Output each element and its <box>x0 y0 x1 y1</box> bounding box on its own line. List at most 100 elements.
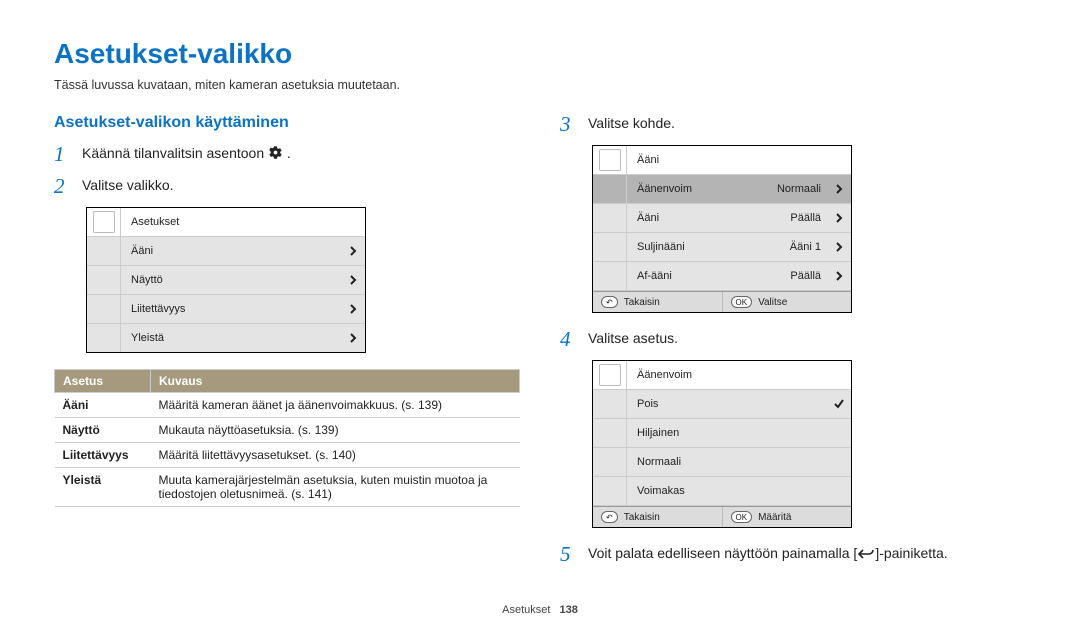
section-title: Asetukset-valikon käyttäminen <box>54 114 520 132</box>
step-num-1: 1 <box>54 144 72 165</box>
step-5-before: Voit palata edelliseen näyttöön painamal… <box>588 545 857 561</box>
footer-back[interactable]: ↶ Takaisin <box>593 507 722 527</box>
menu-item-label: Yleistä <box>121 326 341 350</box>
row-value: Normaali <box>777 183 827 195</box>
desc-val: Mukauta näyttöasetuksia. (s. 139) <box>151 417 520 442</box>
step-1-before: Käännä tilanvalitsin asentoon <box>82 145 268 161</box>
desc-val: Muuta kamerajärjestelmän asetuksia, kute… <box>151 467 520 506</box>
volume-item-pois[interactable]: Pois <box>593 390 851 419</box>
chevron-right-icon <box>827 271 851 281</box>
table-row: YleistäMuuta kamerajärjestelmän asetuksi… <box>55 467 520 506</box>
row-label: Voimakas <box>627 479 827 503</box>
panel-menu-header-icon <box>87 208 121 236</box>
step-3-text: Valitse kohde. <box>588 114 675 134</box>
step-3: 3 Valitse kohde. <box>560 114 1026 135</box>
desc-head-desc: Kuvaus <box>151 369 520 392</box>
row-label: Äänenvoim <box>627 177 777 201</box>
step-2: 2 Valitse valikko. <box>54 176 520 197</box>
volume-item-hiljainen[interactable]: Hiljainen <box>593 419 851 448</box>
left-column: Asetukset-valikon käyttäminen 1 Käännä t… <box>54 114 520 576</box>
desc-head-setting: Asetus <box>55 369 151 392</box>
desc-key: Näyttö <box>55 417 151 442</box>
right-column: 3 Valitse kohde. Ääni Äänenvoim Normaali… <box>560 114 1026 576</box>
desc-key: Yleistä <box>55 467 151 506</box>
menu-item-liitettavyys[interactable]: Liitettävyys <box>87 295 365 324</box>
chevron-right-icon <box>341 304 365 314</box>
panel-header-icon <box>593 361 627 389</box>
chevron-right-icon <box>341 275 365 285</box>
table-row: ÄäniMääritä kameran äänet ja äänenvoimak… <box>55 392 520 417</box>
row-label: Hiljainen <box>627 421 827 445</box>
panel-sound-header-label: Ääni <box>627 148 851 172</box>
settings-desc-table: Asetus Kuvaus ÄäniMääritä kameran äänet … <box>54 369 520 507</box>
gear-icon <box>268 145 283 166</box>
check-icon <box>827 398 851 410</box>
desc-val: Määritä liitettävyysasetukset. (s. 140) <box>151 442 520 467</box>
panel-sound: Ääni Äänenvoim Normaali Ääni Päällä Sulj… <box>592 145 852 313</box>
sound-row-sound[interactable]: Ääni Päällä <box>593 204 851 233</box>
step-num-2: 2 <box>54 176 72 197</box>
step-5: 5 Voit palata edelliseen näyttöön painam… <box>560 544 1026 566</box>
table-row: LiitettävyysMääritä liitettävyysasetukse… <box>55 442 520 467</box>
menu-item-label: Liitettävyys <box>121 297 341 321</box>
footer-ok[interactable]: OK Määritä <box>722 507 852 527</box>
sound-row-volume[interactable]: Äänenvoim Normaali <box>593 175 851 204</box>
panel-volume-header: Äänenvoim <box>593 361 851 390</box>
table-row: NäyttöMukauta näyttöasetuksia. (s. 139) <box>55 417 520 442</box>
row-label: Af-ääni <box>627 264 790 288</box>
desc-key: Ääni <box>55 392 151 417</box>
ok-pill: OK <box>731 296 753 308</box>
menu-item-label: Näyttö <box>121 268 341 292</box>
footer-ok-label: Valitse <box>758 297 787 308</box>
volume-item-normaali[interactable]: Normaali <box>593 448 851 477</box>
footer-back-label: Takaisin <box>624 512 660 523</box>
row-label: Pois <box>627 392 827 416</box>
step-4-text: Valitse asetus. <box>588 329 678 349</box>
row-label: Suljinääni <box>627 235 790 259</box>
step-num-5: 5 <box>560 544 578 565</box>
panel-menu-header-label: Asetukset <box>121 210 365 234</box>
step-num-4: 4 <box>560 329 578 350</box>
footer-back[interactable]: ↶ Takaisin <box>593 292 722 312</box>
row-label: Ääni <box>627 206 790 230</box>
chevron-right-icon <box>341 246 365 256</box>
back-icon: ↶ <box>601 296 618 308</box>
chevron-right-icon <box>341 333 365 343</box>
back-icon: ↶ <box>601 511 618 523</box>
menu-item-aani[interactable]: Ääni <box>87 237 365 266</box>
panel-menu-header: Asetukset <box>87 208 365 237</box>
step-5-after: ]-painiketta. <box>875 545 947 561</box>
sound-row-af[interactable]: Af-ääni Päällä <box>593 262 851 291</box>
step-1-after: . <box>287 145 291 161</box>
sound-row-shutter[interactable]: Suljinääni Ääni 1 <box>593 233 851 262</box>
panel-sound-header: Ääni <box>593 146 851 175</box>
chevron-right-icon <box>827 242 851 252</box>
footer-category: Asetukset <box>502 604 550 616</box>
step-4: 4 Valitse asetus. <box>560 329 1026 350</box>
page-footer: Asetukset 138 <box>0 604 1080 616</box>
panel-footer: ↶ Takaisin OK Määritä <box>593 506 851 527</box>
row-value: Päällä <box>790 270 827 282</box>
row-value: Ääni 1 <box>790 241 827 253</box>
footer-ok[interactable]: OK Valitse <box>722 292 852 312</box>
footer-page-number: 138 <box>560 604 578 616</box>
step-num-3: 3 <box>560 114 578 135</box>
page-intro: Tässä luvussa kuvataan, miten kameran as… <box>54 78 1026 92</box>
row-value: Päällä <box>790 212 827 224</box>
ok-pill: OK <box>731 511 753 523</box>
footer-ok-label: Määritä <box>758 512 791 523</box>
chevron-right-icon <box>827 184 851 194</box>
menu-item-naytto[interactable]: Näyttö <box>87 266 365 295</box>
menu-item-yleista[interactable]: Yleistä <box>87 324 365 352</box>
step-1-text: Käännä tilanvalitsin asentoon . <box>82 144 291 166</box>
page-title: Asetukset-valikko <box>54 38 1026 70</box>
volume-item-voimakas[interactable]: Voimakas <box>593 477 851 506</box>
step-5-text: Voit palata edelliseen näyttöön painamal… <box>588 544 948 566</box>
back-icon <box>857 546 875 566</box>
panel-header-icon <box>593 146 627 174</box>
content-columns: Asetukset-valikon käyttäminen 1 Käännä t… <box>54 114 1026 576</box>
row-label: Normaali <box>627 450 827 474</box>
chevron-right-icon <box>827 213 851 223</box>
menu-item-label: Ääni <box>121 239 341 263</box>
panel-volume: Äänenvoim Pois Hiljainen Normaali Voimak… <box>592 360 852 528</box>
